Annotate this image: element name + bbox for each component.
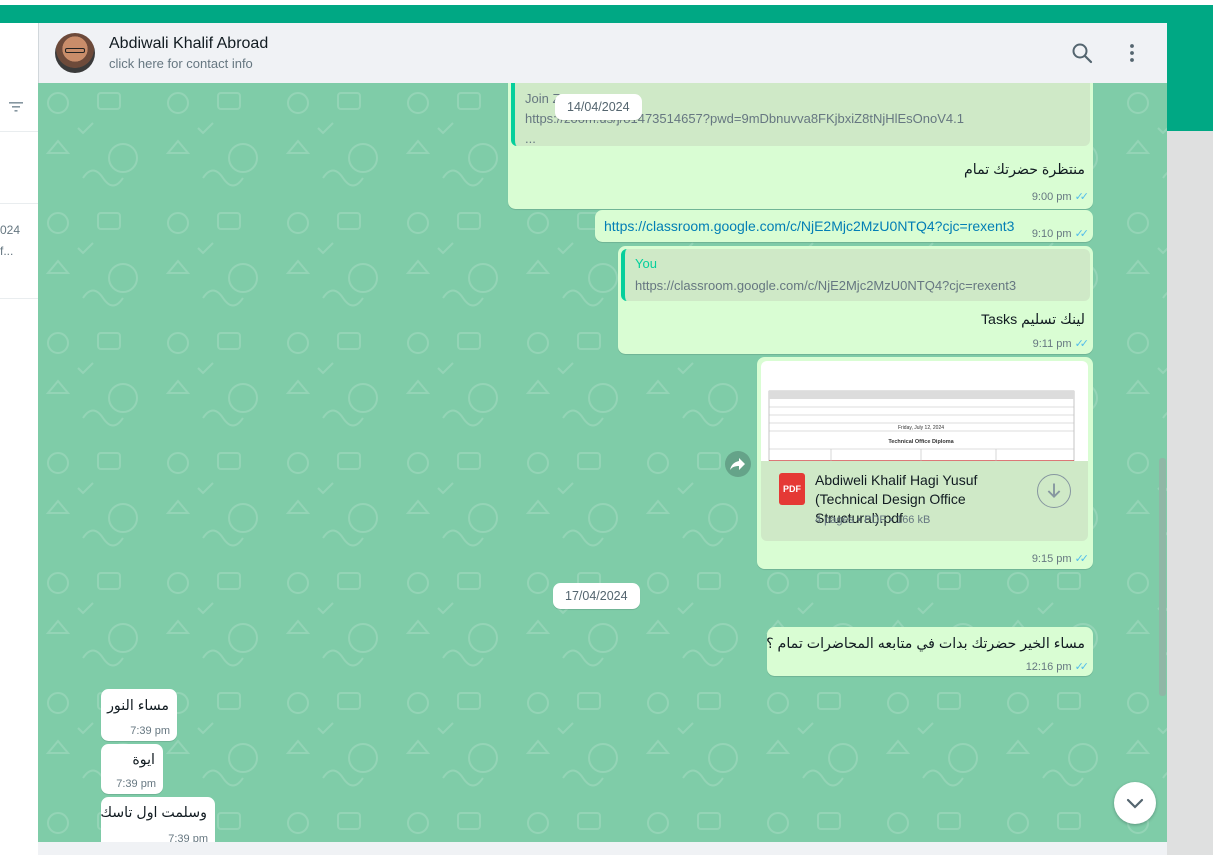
read-ticks-icon: ✓✓ (1074, 228, 1090, 240)
thumb-date: Friday, July 12, 2024 (898, 425, 944, 431)
scroll-to-bottom-icon[interactable] (1114, 782, 1156, 824)
document-preview: Friday, July 12, 2024 Technical Office D… (768, 390, 1075, 461)
message-outgoing[interactable]: مساء الخير حضرتك بدات في متابعه المحاضرا… (766, 627, 1093, 676)
download-icon[interactable] (1037, 474, 1071, 508)
read-ticks-icon: ✓✓ (1074, 191, 1090, 203)
message-link[interactable]: https://classroom.google.com/c/NjE2Mjc2M… (604, 218, 1014, 234)
composer-edge (38, 842, 1167, 855)
message-text: ايوة (132, 752, 155, 768)
message-text: مساء الخير حضرتك بدات في متابعه المحاضرا… (766, 636, 1085, 652)
divider (0, 298, 38, 299)
divider (0, 203, 38, 204)
avatar-glasses (65, 48, 85, 53)
message-outgoing[interactable]: https://classroom.google.com/c/NjE2Mjc2M… (595, 210, 1093, 242)
message-incoming[interactable]: ايوة 7:39 pm (101, 744, 163, 794)
message-list[interactable]: Join Z https://zoom.us/j/81473514657?pwd… (38, 83, 1167, 849)
contact-name[interactable]: Abdiwali Khalif Abroad (109, 35, 268, 53)
read-ticks-icon: ✓✓ (1074, 661, 1090, 673)
message-time: 9:15 pm ✓✓ (1031, 553, 1090, 565)
document-meta: 4 pages • PDF • 166 kB (815, 514, 931, 526)
avatar[interactable] (55, 33, 95, 73)
forward-icon[interactable] (725, 451, 751, 477)
document-info[interactable]: PDF Abdiweli Khalif Hagi Yusuf (Technica… (761, 461, 1088, 541)
right-background (1167, 131, 1213, 855)
chat-list-panel: 024 f... (0, 23, 38, 855)
conversation-header[interactable]: Abdiwali Khalif Abroad click here for co… (38, 23, 1167, 83)
pdf-file-icon: PDF (779, 473, 805, 505)
message-time: 9:00 pm ✓✓ (1031, 191, 1090, 203)
date-separator: 17/04/2024 (553, 583, 640, 609)
quote-line: https://classroom.google.com/c/NjE2Mjc2M… (635, 278, 1017, 293)
message-time: 7:39 pm (130, 725, 170, 737)
kebab-menu-icon[interactable] (1120, 41, 1144, 65)
filter-icon[interactable] (9, 101, 23, 113)
message-text: وسلمت اول تاسك (100, 805, 207, 821)
message-outgoing[interactable]: You https://classroom.google.com/c/NjE2M… (618, 246, 1093, 354)
message-document[interactable]: Friday, July 12, 2024 Technical Office D… (757, 357, 1093, 569)
message-text: منتظرة حضرتك تمام (963, 162, 1085, 178)
message-incoming[interactable]: مساء النور 7:39 pm (101, 689, 177, 741)
document-thumbnail[interactable]: Friday, July 12, 2024 Technical Office D… (761, 361, 1088, 461)
message-text: مساء النور (107, 698, 169, 714)
conversation-panel: Abdiwali Khalif Abroad click here for co… (38, 23, 1167, 855)
message-time: 12:16 pm ✓✓ (1025, 661, 1090, 673)
divider (0, 131, 38, 132)
read-ticks-icon: ✓✓ (1074, 338, 1090, 350)
top-edge (0, 0, 1213, 5)
quoted-message[interactable]: You https://classroom.google.com/c/NjE2M… (621, 249, 1090, 301)
chat-list-date: 024 (0, 223, 21, 237)
message-time: 9:11 pm ✓✓ (1032, 338, 1090, 350)
thumb-caption: Technical Office Diploma (888, 439, 954, 445)
message-time: 9:10 pm ✓✓ (1031, 228, 1090, 240)
quote-line: ... (525, 131, 536, 146)
date-separator: 14/04/2024 (555, 94, 642, 120)
quote-author: You (635, 256, 657, 271)
message-text: لينك تسليم Tasks (980, 312, 1085, 328)
search-icon[interactable] (1070, 41, 1094, 65)
chat-list-snippet: f... (0, 244, 14, 258)
message-time: 7:39 pm (116, 778, 156, 790)
contact-info-hint[interactable]: click here for contact info (109, 56, 253, 71)
read-ticks-icon: ✓✓ (1074, 553, 1090, 565)
scrollbar[interactable] (1157, 83, 1167, 849)
scrollbar-thumb[interactable] (1159, 458, 1166, 696)
